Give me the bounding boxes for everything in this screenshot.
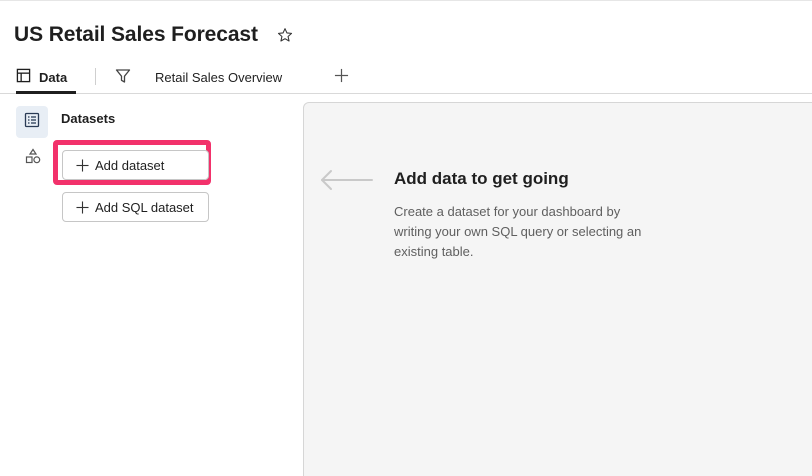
page-title: US Retail Sales Forecast [14,23,258,46]
shapes-icon [25,147,41,169]
datasets-rail-button[interactable] [16,106,48,138]
add-page-button[interactable] [331,62,351,92]
tab-filter[interactable] [114,62,132,92]
add-sql-dataset-button[interactable]: Add SQL dataset [62,192,209,222]
star-icon[interactable] [276,26,294,44]
page-tabs: Data Retail Sales Overview [0,62,812,94]
table-icon [16,68,31,86]
empty-state-description: Create a dataset for your dashboard by w… [394,204,642,259]
filter-icon [115,68,131,87]
tab-retail-sales-overview-label: Retail Sales Overview [155,69,283,85]
dataset-canvas-panel [303,102,812,476]
add-sql-dataset-label: Add SQL dataset [95,199,194,215]
tab-data[interactable]: Data [16,62,76,94]
tab-retail-sales-overview[interactable]: Retail Sales Overview [155,62,282,92]
title-row: US Retail Sales Forecast [14,20,294,50]
dashboard-editor: US Retail Sales Forecast Data Retail Sal… [0,0,812,476]
tab-data-label: Data [39,69,68,85]
shapes-rail-button[interactable] [24,147,42,169]
empty-state-title: Add data to get going [394,169,569,188]
add-dataset-label: Add dataset [95,157,165,173]
tab-separator [95,68,96,85]
datasets-heading: Datasets [61,111,116,126]
arrow-left-icon [319,168,375,192]
add-dataset-button[interactable]: Add dataset [62,150,209,180]
plus-icon [76,200,89,214]
dataset-list-icon [24,112,40,133]
plus-icon [334,68,349,86]
plus-icon [76,158,89,172]
top-divider [0,0,812,1]
